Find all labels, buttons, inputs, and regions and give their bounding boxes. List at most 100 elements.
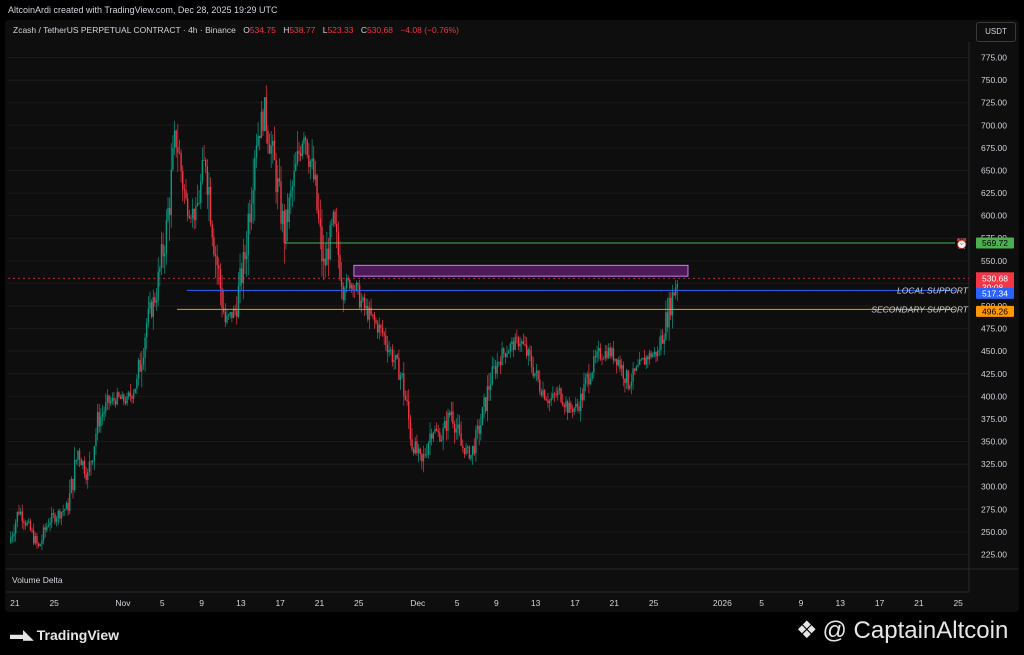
x-tick-label: 21: [610, 598, 620, 608]
candle-body: [611, 348, 613, 357]
y-tick-label: 650.00: [981, 165, 1007, 175]
candle-body: [275, 160, 277, 193]
candle-body: [59, 510, 61, 519]
candle-body: [306, 140, 308, 156]
candle-body: [142, 357, 145, 365]
candle-body: [403, 373, 405, 396]
candle-body: [648, 352, 651, 360]
candle-body: [440, 439, 443, 442]
low-value: 523.33: [327, 25, 354, 35]
y-tick-label: 700.00: [981, 120, 1007, 130]
candle-body: [656, 350, 659, 357]
candle-body: [634, 368, 636, 371]
candle-body: [262, 111, 264, 132]
candle-body: [301, 143, 303, 157]
candle-body: [530, 355, 533, 368]
candle-body: [82, 461, 84, 466]
candle-body: [265, 97, 267, 131]
candle-body: [593, 356, 595, 373]
x-tick-label: 25: [49, 598, 59, 608]
candle-body: [421, 453, 423, 462]
candle-body: [417, 448, 420, 454]
candle-body: [236, 310, 238, 317]
candle-body: [358, 284, 361, 308]
candle-body: [375, 320, 377, 323]
candle-body: [226, 315, 228, 323]
candle-body: [653, 351, 656, 355]
candle-body: [424, 454, 426, 456]
candle-body: [255, 145, 258, 158]
x-tick-label: 25: [649, 598, 659, 608]
tradingview-logo[interactable]: ▬◣ TradingView: [10, 626, 119, 643]
candle-body: [57, 510, 59, 519]
candle-body: [517, 337, 520, 347]
candle-body: [119, 396, 122, 399]
candle-body: [442, 428, 444, 440]
open-value: 534.75: [249, 25, 276, 35]
candle-body: [91, 460, 94, 463]
candle-body: [607, 347, 610, 359]
candle-body: [676, 284, 679, 288]
candle-body: [203, 159, 205, 161]
x-tick-label: 17: [570, 598, 580, 608]
candle-body: [195, 206, 197, 221]
candle-body: [360, 300, 362, 308]
candle-body: [259, 135, 261, 139]
candle-body: [399, 375, 402, 380]
candle-body: [54, 514, 56, 522]
candle-body: [329, 225, 331, 260]
candle-body: [565, 401, 567, 408]
candle-body: [394, 355, 397, 361]
candle-body: [286, 209, 289, 222]
candle-body: [612, 348, 615, 361]
candle-body: [355, 283, 358, 291]
candle-body: [191, 208, 194, 219]
candle-body: [16, 511, 19, 523]
candle-body: [193, 208, 195, 221]
candle-body: [272, 140, 274, 146]
candle-body: [535, 370, 538, 374]
candle-body: [303, 137, 305, 144]
candle-body: [640, 359, 642, 361]
binance-diamond-icon: ❖: [796, 617, 818, 644]
candle-body: [121, 394, 123, 399]
candle-body: [326, 248, 328, 266]
candle-body: [21, 511, 23, 522]
candle-body: [550, 398, 552, 401]
candle-body: [362, 297, 364, 301]
candle-body: [155, 300, 158, 303]
candle-body: [13, 533, 15, 537]
candle-body: [563, 405, 566, 408]
candle-body: [18, 511, 20, 515]
candle-body: [88, 461, 91, 472]
candle-body: [290, 190, 292, 198]
candle-body: [537, 370, 539, 380]
candle-body: [568, 402, 570, 413]
candle-body: [455, 428, 457, 433]
candle-body: [49, 522, 51, 526]
candle-body: [196, 203, 199, 207]
candle-body: [339, 255, 341, 278]
candle-body: [409, 419, 412, 440]
candle-body: [19, 511, 22, 515]
currency-button[interactable]: USDT: [976, 22, 1016, 42]
candle-body: [506, 353, 508, 357]
candle-body: [96, 412, 99, 434]
candle-body: [64, 509, 66, 511]
candle-body: [674, 287, 677, 296]
candle-body: [137, 359, 140, 379]
candle-body: [288, 197, 290, 222]
candle-body: [224, 311, 227, 323]
candle-body: [55, 518, 58, 522]
candle-body: [26, 522, 28, 526]
candle-body: [665, 312, 667, 340]
x-tick-label: Nov: [115, 598, 131, 608]
candle-body: [257, 135, 259, 146]
candle-body: [619, 359, 621, 369]
y-tick-label: 750.00: [981, 75, 1007, 85]
y-tick-label: 600.00: [981, 211, 1007, 221]
candle-body: [260, 111, 263, 139]
price-chart[interactable]: 225.00 250.00 275.00 300.00 325.00 350.00 375.…: [0, 0, 1024, 612]
candle-body: [627, 370, 629, 389]
candle-body: [553, 393, 556, 395]
